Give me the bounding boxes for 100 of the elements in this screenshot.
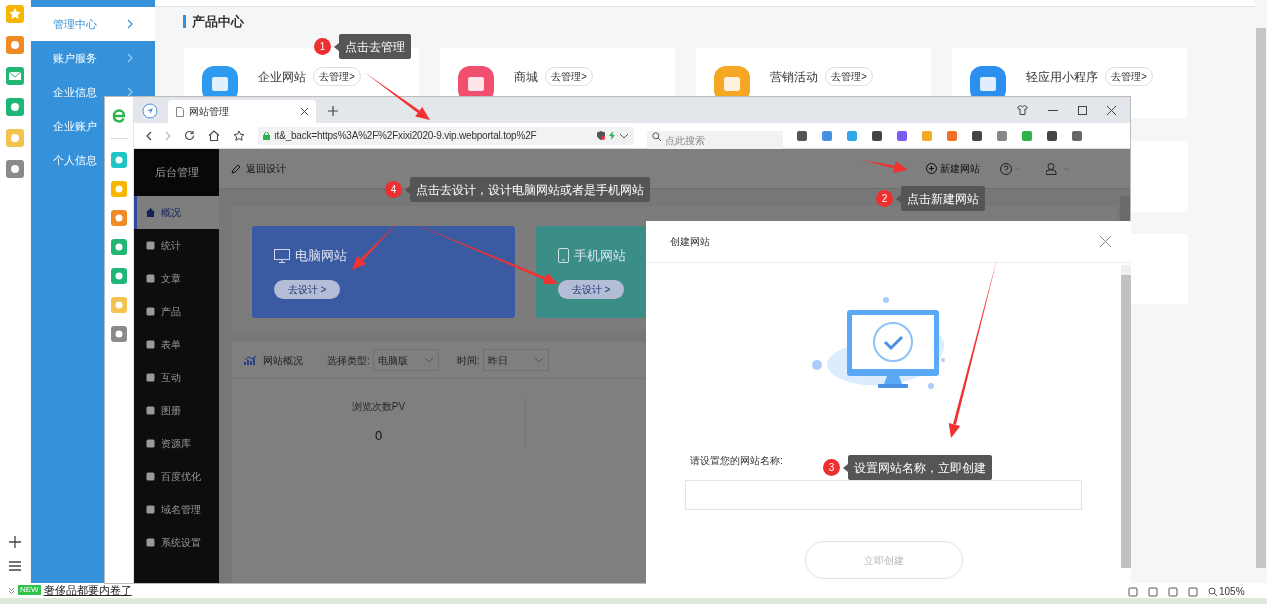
lightning-icon <box>609 131 615 140</box>
product-name: 企业网站 <box>258 68 306 86</box>
help-icon[interactable] <box>1000 162 1020 175</box>
caret-down-icon <box>533 357 544 363</box>
app-icon[interactable] <box>111 152 127 168</box>
navigation-icon[interactable] <box>142 103 158 119</box>
menu-item[interactable]: 表单 <box>134 328 219 361</box>
callout: 点击新建网站 <box>901 186 985 211</box>
app-icon[interactable] <box>111 268 127 284</box>
extension-icon[interactable] <box>896 129 908 142</box>
menu-item[interactable]: 文章 <box>134 262 219 295</box>
callout-pointer-icon <box>895 194 901 203</box>
arrow <box>352 222 398 270</box>
caret-down-icon <box>423 357 434 363</box>
menu-item[interactable]: 产品 <box>134 295 219 328</box>
back-icon[interactable] <box>146 130 152 141</box>
product-name: 营销活动 <box>770 68 818 86</box>
news-link[interactable]: 奢侈品都要内卷了 <box>43 583 132 597</box>
star-icon[interactable] <box>6 5 24 23</box>
home-icon[interactable] <box>208 130 220 141</box>
callout: 设置网站名称，立即创建 <box>848 455 992 480</box>
forward-icon[interactable] <box>165 130 171 141</box>
url-text: ıt&_back=https%3A%2F%2Fxixi2020-9.vip.webportal.top%2F <box>274 129 538 143</box>
search-field[interactable]: 点此搜索 <box>647 131 783 149</box>
shield-icon <box>597 131 605 140</box>
plus-circle-icon <box>926 163 937 174</box>
menu-item[interactable]: 图册 <box>134 394 219 427</box>
design-card-title: 手机网站 <box>574 247 626 265</box>
phone-icon <box>558 248 569 264</box>
dialog-title: 创建网站 <box>670 235 710 249</box>
design-button[interactable]: 去设计 > <box>274 279 340 299</box>
design-button[interactable]: 去设计 > <box>558 279 624 299</box>
app-icon[interactable] <box>111 181 127 197</box>
step-number-badge: 1 <box>314 38 331 55</box>
new-site-button[interactable]: 新建网站 <box>926 161 980 176</box>
monitor-icon <box>274 248 290 263</box>
user-icon[interactable] <box>1046 162 1070 175</box>
back-to-design-link[interactable]: 返回设计 <box>231 161 286 176</box>
menu-item[interactable]: 域名管理 <box>134 493 219 526</box>
tab-title: 网站管理 <box>189 105 230 119</box>
extension-icon[interactable] <box>1071 129 1083 142</box>
chevron-down-icon[interactable] <box>8 586 15 594</box>
callout-pointer-icon <box>842 463 848 472</box>
sidebar-item[interactable]: 管理中心 <box>31 7 155 41</box>
square-icon <box>146 439 155 448</box>
maximize-icon[interactable] <box>1078 105 1087 115</box>
chevron-right-icon <box>127 53 133 63</box>
square-icon <box>146 406 155 415</box>
chevron-right-icon <box>127 19 133 29</box>
browser-tab[interactable]: 网站管理 <box>168 100 316 123</box>
app-icon[interactable] <box>111 326 127 342</box>
menu-item[interactable]: 统计 <box>134 229 219 262</box>
plus-icon[interactable] <box>9 536 21 548</box>
lock-icon <box>263 131 270 140</box>
page-icon <box>176 106 184 117</box>
shirt-icon[interactable] <box>1017 105 1028 115</box>
app-icon[interactable] <box>111 239 127 255</box>
extension-icon[interactable] <box>796 129 808 142</box>
extension-icon[interactable] <box>871 129 883 142</box>
product-name: 轻应用小程序 <box>1026 68 1098 86</box>
type-label: 选择类型: <box>327 353 370 368</box>
square-icon <box>146 241 155 250</box>
time-dropdown[interactable]: 昨日 <box>482 349 549 371</box>
arrow <box>862 160 908 173</box>
browser-logo-icon[interactable] <box>110 107 128 125</box>
new-badge: NEW <box>18 585 41 595</box>
menu-item[interactable]: 系统设置 <box>134 526 219 559</box>
extension-icon[interactable] <box>971 129 983 142</box>
zoom-level[interactable]: 105% <box>1208 584 1245 599</box>
callout-pointer-icon <box>333 42 339 51</box>
minimize-icon[interactable] <box>1048 109 1058 111</box>
type-dropdown[interactable]: 电脑版 <box>372 349 439 371</box>
list-icon[interactable] <box>9 561 21 571</box>
reload-icon[interactable] <box>184 130 195 141</box>
scrollbar[interactable] <box>1121 265 1131 568</box>
menu-item[interactable]: 百度优化 <box>134 460 219 493</box>
menu-item[interactable]: 互动 <box>134 361 219 394</box>
callout: 点击去设计，设计电脑网站或者是手机网站 <box>410 177 650 202</box>
scrollbar[interactable] <box>1256 28 1266 568</box>
section-title: 产品中心 <box>192 13 244 31</box>
address-bar[interactable]: ıt&_back=https%3A%2F%2Fxixi2020-9.vip.webportal.top%2F <box>258 126 634 145</box>
caret-down-icon <box>619 132 629 139</box>
close-icon[interactable] <box>301 108 308 115</box>
app-icon[interactable] <box>6 160 24 178</box>
design-card-title: 电脑网站 <box>295 247 347 265</box>
arrow <box>364 72 430 120</box>
site-name-field[interactable] <box>685 480 1082 510</box>
close-icon[interactable] <box>1107 105 1116 115</box>
square-icon <box>146 274 155 283</box>
overview-title: 网站概况 <box>263 353 303 368</box>
callout: 点击去管理 <box>339 34 411 59</box>
mail-icon[interactable] <box>6 67 24 85</box>
callout-pointer-icon <box>404 185 410 194</box>
extension-icon[interactable] <box>1046 129 1058 142</box>
app-icon[interactable] <box>111 210 127 226</box>
menu-item[interactable]: 概况 <box>134 196 219 229</box>
new-tab-icon[interactable] <box>328 106 338 116</box>
menu-item[interactable]: 资源库 <box>134 427 219 460</box>
star-icon[interactable] <box>233 129 245 142</box>
field-label: 请设置您的网站名称: <box>690 455 783 466</box>
